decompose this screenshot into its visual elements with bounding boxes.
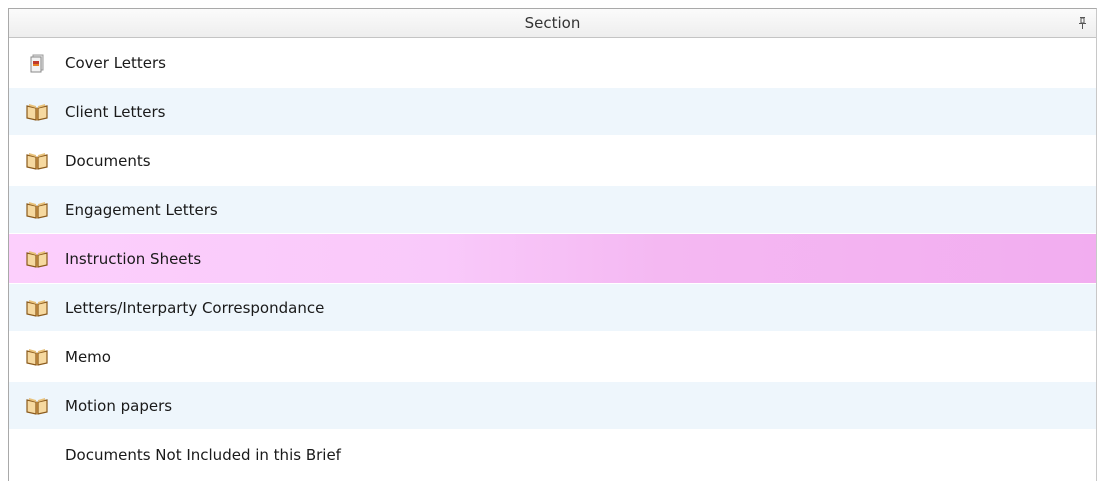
pin-icon[interactable] xyxy=(1076,9,1088,37)
section-row-label: Documents Not Included in this Brief xyxy=(65,445,341,464)
section-row-instruction-sheets[interactable]: Instruction Sheets xyxy=(9,234,1096,283)
section-row-label: Memo xyxy=(65,347,111,366)
section-row-label: Engagement Letters xyxy=(65,200,218,219)
section-row-label: Documents xyxy=(65,151,151,170)
section-row-not-included[interactable]: Documents Not Included in this Brief xyxy=(9,430,1096,479)
column-header-section[interactable]: Section xyxy=(9,9,1096,38)
section-grid: Section Cover Letters Client Letters Doc… xyxy=(8,8,1097,481)
section-row-label: Letters/Interparty Correspondance xyxy=(65,298,325,317)
section-row-memo[interactable]: Memo xyxy=(9,332,1096,381)
section-row-documents[interactable]: Documents xyxy=(9,136,1096,185)
section-row-engagement-letters[interactable]: Engagement Letters xyxy=(9,185,1096,234)
section-row-letters-interparty[interactable]: Letters/Interparty Correspondance xyxy=(9,283,1096,332)
column-header-label: Section xyxy=(524,14,581,32)
section-row-client-letters[interactable]: Client Letters xyxy=(9,87,1096,136)
section-row-label: Cover Letters xyxy=(65,53,166,72)
section-row-motion-papers[interactable]: Motion papers xyxy=(9,381,1096,430)
section-row-label: Client Letters xyxy=(65,102,166,121)
section-row-label: Motion papers xyxy=(65,396,173,415)
section-row-cover-letters[interactable]: Cover Letters xyxy=(9,38,1096,87)
section-row-label: Instruction Sheets xyxy=(65,249,202,268)
